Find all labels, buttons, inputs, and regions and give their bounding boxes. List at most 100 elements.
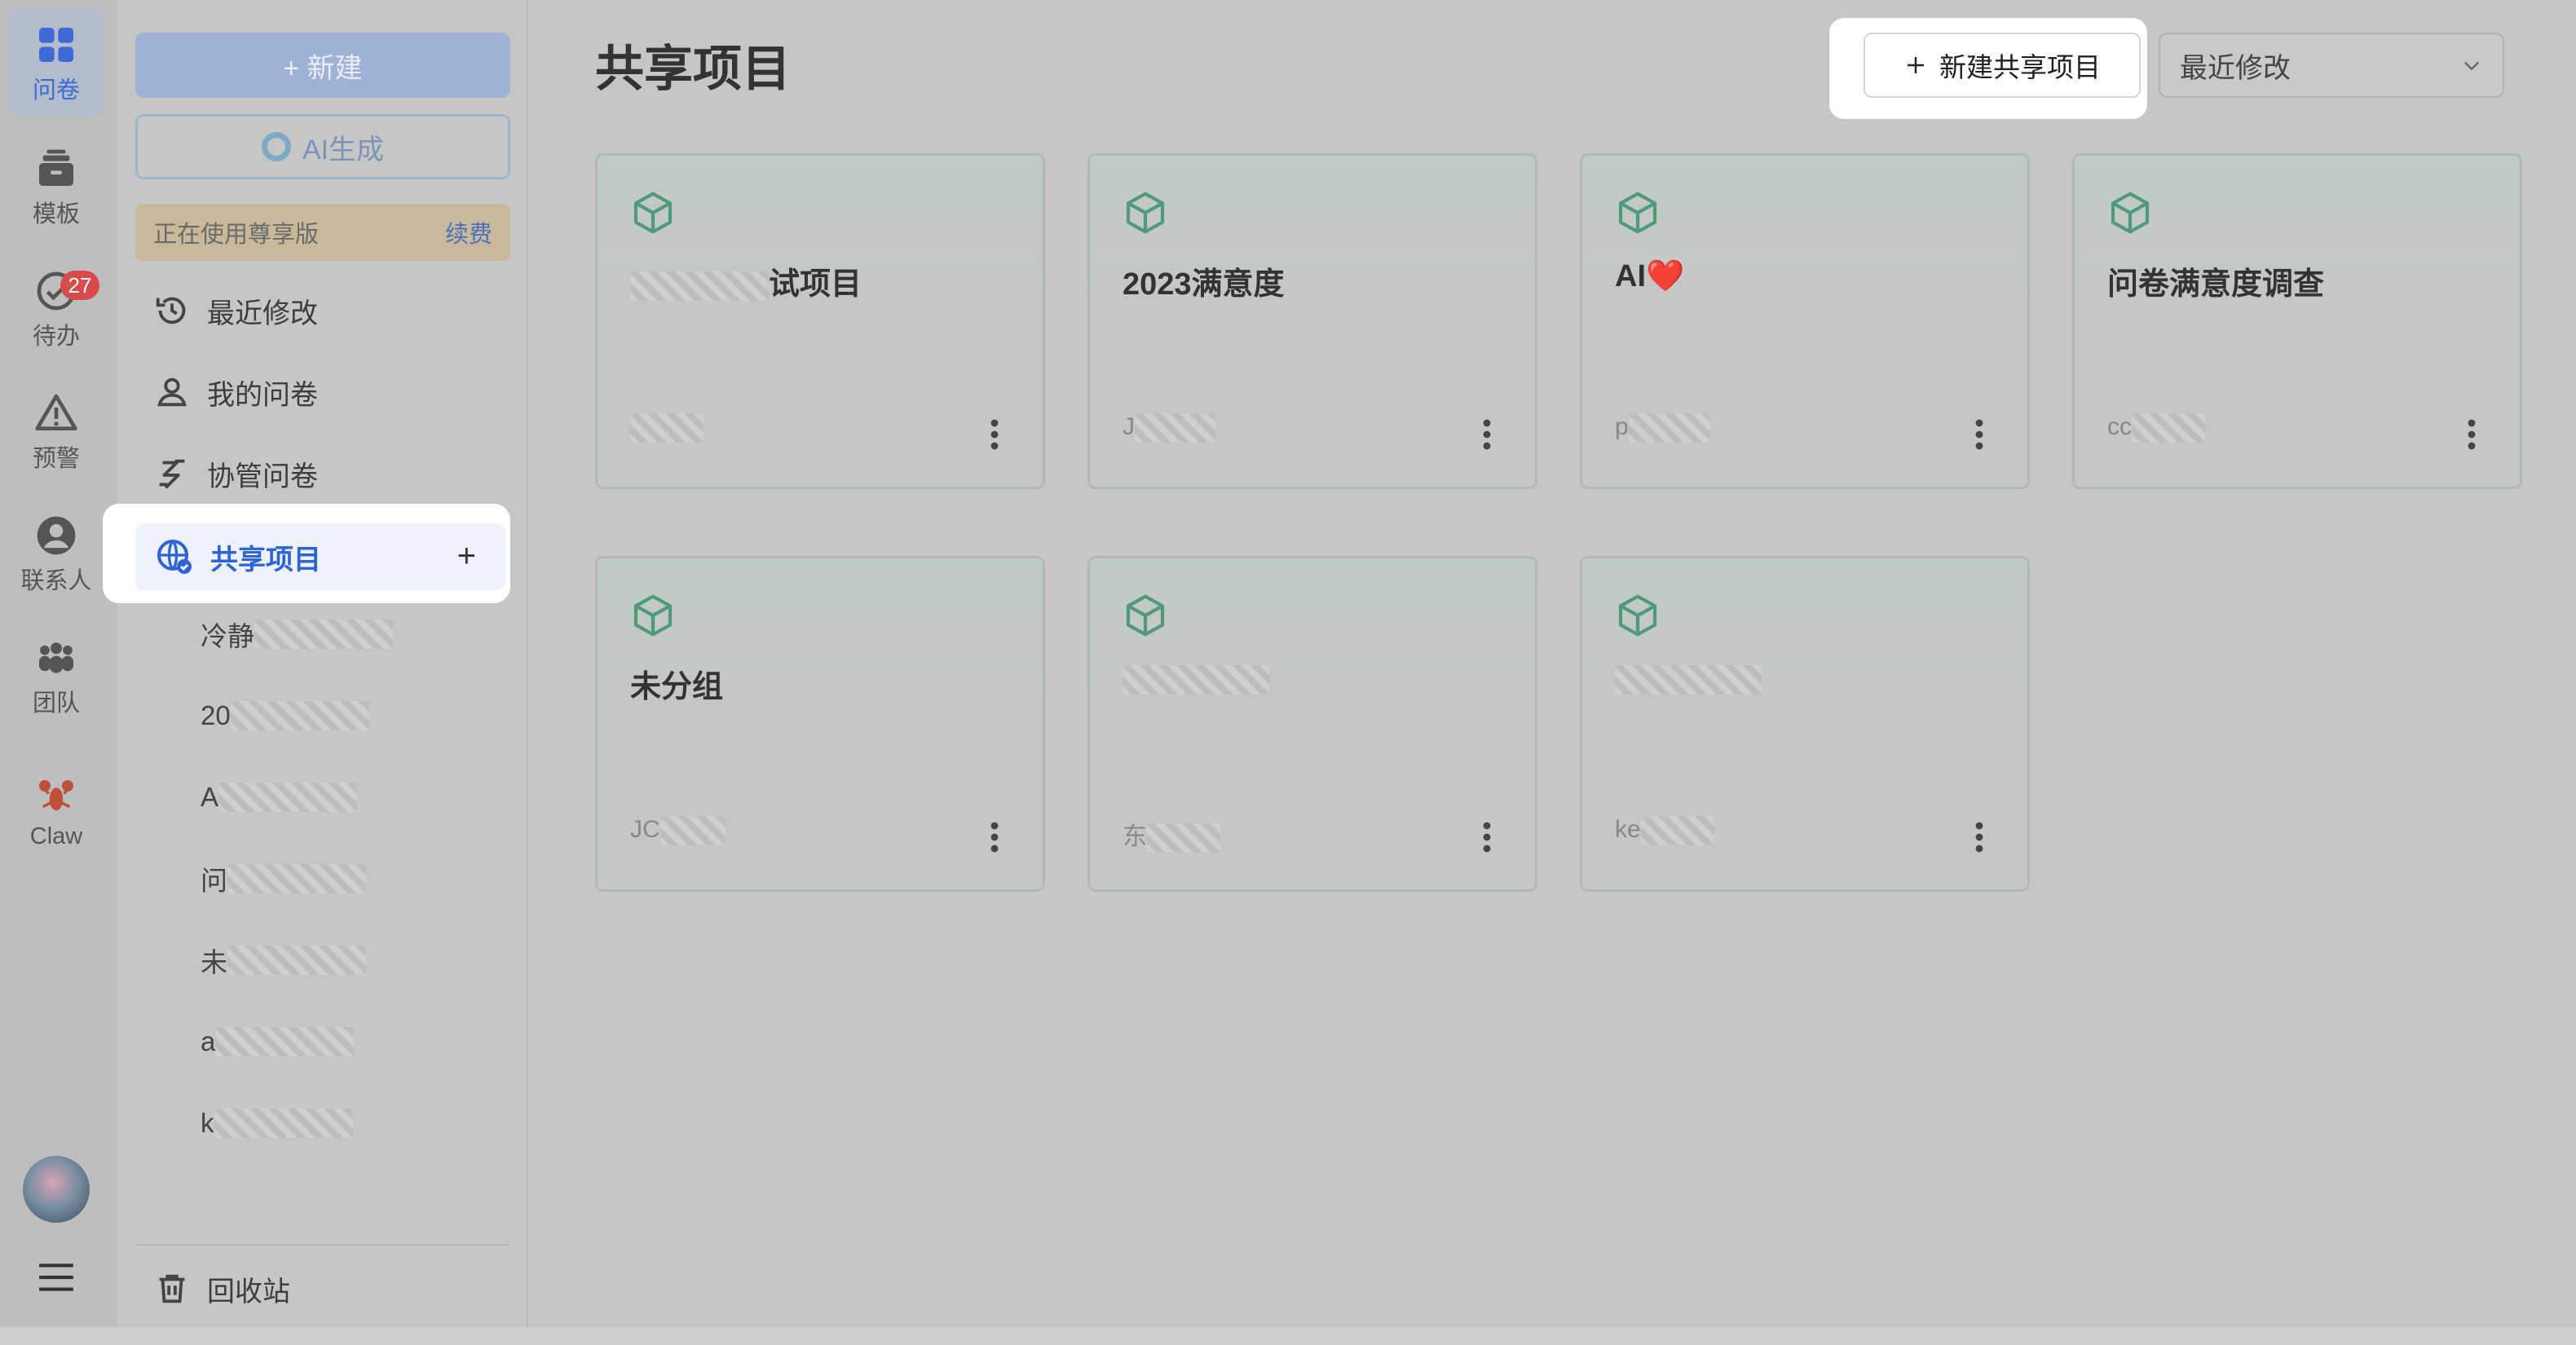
trash-link[interactable]: 回收站 — [135, 1244, 510, 1332]
card-title: 问卷满意度调查 — [2107, 267, 2325, 302]
nav-shared-projects[interactable]: 共享项目 + — [135, 523, 505, 590]
rail-label: 问卷 — [32, 77, 80, 104]
project-card[interactable]: 问卷满意度调查 cc — [2072, 153, 2522, 489]
sub-project-label: 20 — [201, 700, 231, 730]
template-icon — [39, 149, 73, 186]
more-options-icon[interactable] — [1481, 821, 1493, 853]
card-title: 未分组 — [630, 670, 724, 704]
rail-label: 模板 — [32, 201, 80, 227]
sub-project-label: 问 — [201, 866, 227, 896]
card-owner: cc — [2107, 413, 2205, 443]
contact-icon — [37, 516, 76, 555]
rail-item-contacts[interactable]: 联系人 — [8, 501, 104, 608]
card-title — [1615, 661, 1762, 696]
nav-rail: 问卷 模板 27 待办 预警 联系人 团队 Claw — [0, 0, 117, 1327]
project-card[interactable]: AI❤️ p — [1580, 153, 2030, 489]
new-survey-button[interactable]: + 新建 — [135, 33, 510, 98]
sort-dropdown[interactable]: 最近修改 — [2159, 33, 2504, 98]
trash-icon — [159, 1274, 185, 1303]
more-options-icon[interactable] — [1974, 418, 1985, 451]
ai-generate-button[interactable]: AI生成 — [135, 114, 510, 179]
rail-item-templates[interactable]: 模板 — [8, 134, 104, 241]
nav-label: 我的问卷 — [207, 379, 318, 411]
card-title: 2023满意度 — [1123, 267, 1285, 302]
plan-text: 正在使用尊享版 — [153, 222, 320, 248]
card-title: 试项目 — [630, 258, 862, 303]
sub-project-item[interactable]: A — [201, 773, 358, 822]
sub-project-item[interactable]: 问 — [201, 854, 366, 903]
sub-project-label: 未 — [201, 947, 227, 977]
card-owner-text: J — [1123, 413, 1135, 440]
more-options-icon[interactable] — [1974, 821, 1985, 853]
hamburger-menu-icon[interactable] — [36, 1259, 77, 1296]
sub-project-item[interactable]: 未 — [201, 936, 366, 985]
card-owner-text: JC — [630, 816, 660, 843]
more-options-icon[interactable] — [989, 418, 1000, 451]
rail-item-surveys[interactable]: 问卷 — [8, 10, 104, 117]
card-owner-text: ke — [1615, 816, 1641, 843]
chevron-down-icon — [2464, 61, 2479, 71]
nav-collab-surveys[interactable]: 协管问卷 — [135, 440, 510, 507]
rail-label: 预警 — [32, 446, 80, 472]
warning-icon — [35, 394, 77, 430]
rail-item-team[interactable]: 团队 — [8, 623, 104, 730]
todo-count-badge: 27 — [60, 271, 99, 300]
nav-recent[interactable]: 最近修改 — [135, 277, 510, 344]
sub-project-item[interactable]: 20 — [201, 691, 369, 740]
sub-project-label: k — [201, 1108, 214, 1138]
sub-project-item[interactable]: k — [201, 1099, 353, 1148]
globe-share-icon — [157, 540, 192, 574]
card-owner: p — [1615, 413, 1710, 443]
card-title — [1123, 661, 1269, 696]
card-title: AI❤️ — [1615, 259, 1685, 293]
project-card[interactable]: 2023满意度 J — [1087, 153, 1537, 489]
card-owner — [630, 413, 704, 443]
bottom-strip — [0, 1327, 2576, 1345]
grid-icon — [39, 28, 73, 62]
sub-project-item[interactable]: 冷静 — [201, 610, 393, 659]
cube-icon — [1618, 594, 1657, 637]
project-card[interactable]: 东 — [1087, 556, 1537, 892]
sub-project-label: A — [201, 782, 219, 812]
rail-label: 团队 — [32, 690, 80, 717]
nav-my-surveys[interactable]: 我的问卷 — [135, 359, 510, 426]
cube-icon — [633, 594, 673, 637]
plus-icon — [1908, 57, 1924, 73]
project-card[interactable]: 未分组 JC — [595, 556, 1045, 892]
cube-icon — [1126, 192, 1165, 234]
renew-link[interactable]: 续费 — [445, 215, 492, 249]
card-owner: ke — [1615, 816, 1714, 846]
card-owner: 东 — [1123, 816, 1220, 853]
nav-label: 共享项目 — [210, 544, 321, 575]
app-window: 问卷 模板 27 待办 预警 联系人 团队 Claw + 新建 AI生成 正在使… — [0, 0, 2576, 1327]
sub-project-label: 冷静 — [201, 621, 254, 651]
project-card[interactable]: ke — [1580, 556, 2030, 892]
rail-item-alerts[interactable]: 预警 — [8, 378, 104, 486]
team-icon — [39, 642, 73, 673]
new-shared-project-label: 新建共享项目 — [1939, 52, 2101, 82]
more-options-icon[interactable] — [989, 821, 1000, 853]
card-owner-text: cc — [2107, 413, 2132, 440]
cube-icon — [1618, 192, 1657, 234]
cube-icon — [2111, 192, 2150, 234]
rail-item-todo[interactable]: 27 待办 — [8, 256, 104, 364]
rail-item-claw[interactable]: Claw — [8, 758, 104, 866]
project-card[interactable]: 试项目 — [595, 153, 1045, 489]
sort-selected-value: 最近修改 — [2180, 52, 2291, 84]
add-shared-project-icon[interactable]: + — [457, 538, 476, 575]
ai-generate-label: AI生成 — [302, 134, 385, 165]
new-shared-project-button[interactable]: 新建共享项目 — [1864, 33, 2141, 98]
trash-label: 回收站 — [207, 1276, 290, 1308]
card-title-text: 试项目 — [769, 267, 862, 302]
card-owner-text: p — [1615, 413, 1629, 440]
card-owner: J — [1123, 413, 1216, 443]
sub-project-item[interactable]: a — [201, 1017, 355, 1066]
nav-label: 协管问卷 — [207, 461, 318, 492]
rail-label: Claw — [29, 822, 83, 849]
more-options-icon[interactable] — [2466, 418, 2477, 451]
user-icon — [157, 377, 187, 407]
cube-icon — [1126, 594, 1165, 637]
cube-icon — [633, 192, 673, 234]
more-options-icon[interactable] — [1481, 418, 1493, 451]
user-avatar[interactable] — [23, 1156, 90, 1223]
